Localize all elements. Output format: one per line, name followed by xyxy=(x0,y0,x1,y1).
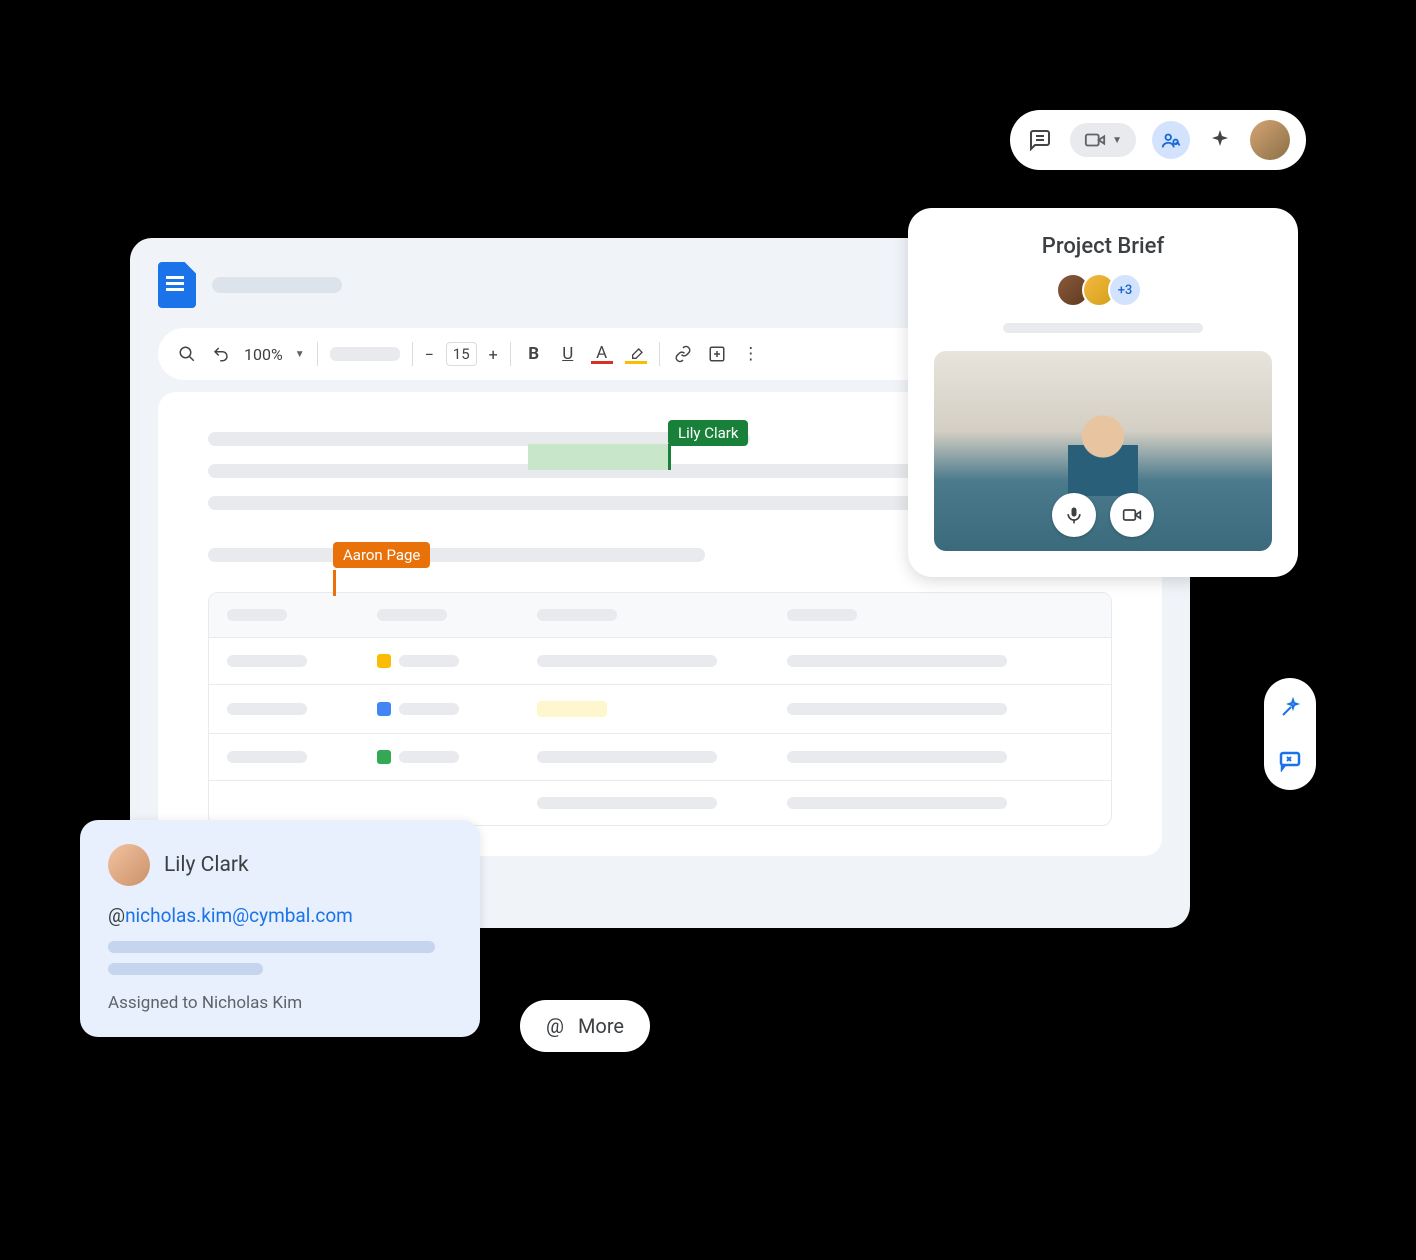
video-call-button[interactable]: ▼ xyxy=(1070,123,1136,157)
table-row xyxy=(209,637,1111,684)
insert-image-icon[interactable] xyxy=(706,343,728,365)
more-label: More xyxy=(578,1014,624,1038)
magic-wand-icon[interactable] xyxy=(1274,692,1306,724)
font-size-input[interactable]: 15 xyxy=(446,342,477,366)
collaborator-cursor-label: Lily Clark xyxy=(668,420,748,446)
table-row xyxy=(209,780,1111,825)
comment-text-line xyxy=(108,963,263,975)
comment-author-name: Lily Clark xyxy=(164,853,249,877)
status-chip-icon xyxy=(377,750,391,764)
separator xyxy=(412,342,413,366)
top-toolbar: ▼ xyxy=(1010,110,1306,170)
side-rail xyxy=(1264,678,1316,790)
text-selection xyxy=(528,444,668,470)
text-line xyxy=(208,548,705,562)
chevron-down-icon: ▼ xyxy=(1112,135,1122,146)
status-chip-icon xyxy=(377,654,391,668)
doc-title-placeholder[interactable] xyxy=(212,277,342,293)
table-row xyxy=(209,733,1111,780)
edit-comment-icon[interactable] xyxy=(1274,744,1306,776)
meet-participant-avatars[interactable]: +3 xyxy=(934,273,1272,307)
search-icon[interactable] xyxy=(176,343,198,365)
status-chip-icon xyxy=(377,702,391,716)
comment-assigned-to: Assigned to Nicholas Kim xyxy=(108,993,452,1013)
collaborator-cursor xyxy=(333,570,336,596)
share-button[interactable] xyxy=(1152,121,1190,159)
meet-subtitle-placeholder xyxy=(1003,323,1203,333)
docs-logo-icon[interactable] xyxy=(158,262,196,308)
separator xyxy=(317,342,318,366)
comment-history-icon[interactable] xyxy=(1026,126,1054,154)
mic-button[interactable] xyxy=(1052,493,1096,537)
bold-icon[interactable]: B xyxy=(523,343,545,365)
collaborator-cursor-label: Aaron Page xyxy=(333,542,430,568)
more-button[interactable]: @ More xyxy=(520,1000,650,1052)
link-icon[interactable] xyxy=(672,343,694,365)
comment-text-line xyxy=(108,941,435,953)
user-avatar[interactable] xyxy=(1250,120,1290,160)
table-row xyxy=(209,684,1111,733)
separator xyxy=(659,342,660,366)
collaborator-cursor xyxy=(668,444,671,470)
highlight-icon[interactable] xyxy=(625,344,647,364)
highlighted-cell xyxy=(537,701,607,717)
zoom-dropdown-icon[interactable]: ▼ xyxy=(295,349,305,360)
underline-icon[interactable]: U xyxy=(557,343,579,365)
font-selector[interactable] xyxy=(330,347,400,361)
table-header-row xyxy=(209,593,1111,637)
meet-title: Project Brief xyxy=(934,234,1272,259)
font-size-decrease[interactable]: − xyxy=(425,345,434,364)
at-icon: @ xyxy=(546,1014,564,1038)
zoom-level[interactable]: 100% xyxy=(244,345,283,364)
comment-card[interactable]: Lily Clark @nicholas.kim@cymbal.com Assi… xyxy=(80,820,480,1037)
more-tools-icon[interactable]: ⋮ xyxy=(740,343,762,365)
font-size-increase[interactable]: + xyxy=(489,345,498,364)
undo-icon[interactable] xyxy=(210,343,232,365)
camera-button[interactable] xyxy=(1110,493,1154,537)
text-color-icon[interactable]: A xyxy=(591,344,613,364)
comment-author-avatar xyxy=(108,844,150,886)
meet-video-feed xyxy=(934,351,1272,551)
meet-panel: Project Brief +3 xyxy=(908,208,1298,577)
sparkle-icon[interactable] xyxy=(1206,126,1234,154)
more-participants-badge[interactable]: +3 xyxy=(1108,273,1142,307)
comment-mention[interactable]: @nicholas.kim@cymbal.com xyxy=(108,904,452,927)
separator xyxy=(510,342,511,366)
table[interactable] xyxy=(208,592,1112,826)
